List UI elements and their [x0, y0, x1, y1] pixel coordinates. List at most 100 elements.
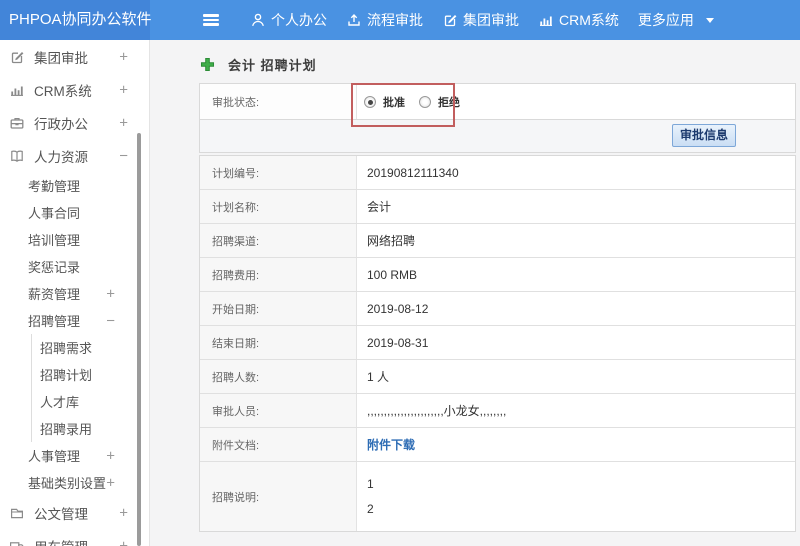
- approval-radio-option[interactable]: 批准: [364, 94, 405, 110]
- table-row: 附件文档: 附件下载: [200, 428, 795, 462]
- sidebar-item-label: 招聘录用: [40, 422, 93, 437]
- sidebar-item[interactable]: 招聘计划: [31, 361, 149, 388]
- approval-status-label: 审批状态:: [200, 84, 357, 119]
- page-title: 会计 招聘计划: [200, 55, 317, 74]
- table-row: 计划名称: 会计: [200, 190, 795, 224]
- table-row: 招聘费用: 100 RMB: [200, 258, 795, 292]
- expand-toggle-icon[interactable]: +: [119, 114, 128, 131]
- attachment-download-link[interactable]: 附件下载: [367, 436, 415, 453]
- sidebar: 集团审批 + CRM系统 + 行政办公 + 人力资源 − 考勤管理 人事合同 培…: [0, 40, 150, 546]
- table-row: 开始日期: 2019-08-12: [200, 292, 795, 326]
- approval-radio-option[interactable]: 拒绝: [419, 94, 460, 110]
- sidebar-item[interactable]: 考勤管理: [0, 172, 149, 199]
- edit-icon: [442, 12, 458, 28]
- sidebar-item-label: 人事管理: [28, 449, 81, 464]
- sidebar-item-label: 人事合同: [28, 206, 81, 221]
- sidebar-item[interactable]: 行政办公 +: [0, 106, 149, 139]
- sidebar-item[interactable]: 人事管理 +: [0, 442, 149, 469]
- top-nav-item[interactable]: CRM系统: [538, 10, 619, 30]
- sidebar-item-label: 奖惩记录: [28, 260, 81, 275]
- table-row: 审批人员: ,,,,,,,,,,,,,,,,,,,,,,,小龙女,,,,,,,,: [200, 394, 795, 428]
- row-label: 附件文档:: [200, 428, 357, 461]
- sidebar-item-label: 行政办公: [34, 116, 88, 132]
- sidebar-scrollbar[interactable]: [137, 133, 141, 546]
- sidebar-item-label: 用车管理: [34, 536, 88, 546]
- menu-icon[interactable]: [203, 14, 219, 26]
- row-value: 20190812111340: [367, 165, 459, 180]
- approval-form: 审批状态: 批准 拒绝 审批信息: [199, 83, 796, 153]
- sidebar-item[interactable]: 招聘录用: [31, 415, 149, 442]
- expand-toggle-icon[interactable]: +: [106, 447, 115, 464]
- sidebar-item-label: 基础类别设置: [28, 476, 107, 491]
- sidebar-item[interactable]: 集团审批 +: [0, 40, 149, 73]
- workflow-icon: [346, 12, 362, 28]
- row-value: 2019-08-31: [367, 335, 429, 350]
- sidebar-item[interactable]: 奖惩记录: [0, 253, 149, 280]
- approval-info-button[interactable]: 审批信息: [672, 124, 736, 147]
- sidebar-item[interactable]: 公文管理 +: [0, 496, 149, 529]
- edit-square-icon: [9, 49, 25, 65]
- sidebar-item[interactable]: 薪资管理 +: [0, 280, 149, 307]
- sidebar-item-label: 招聘管理: [28, 314, 81, 329]
- expand-toggle-icon[interactable]: +: [119, 81, 128, 98]
- top-nav-item[interactable]: 更多应用: [638, 10, 714, 30]
- details-table: 计划编号: 20190812111340 计划名称: 会计 招聘渠道: 网络招聘…: [199, 155, 796, 532]
- table-row: 计划编号: 20190812111340: [200, 156, 795, 190]
- sidebar-item[interactable]: 招聘需求: [31, 334, 149, 361]
- top-nav-item[interactable]: 集团审批: [442, 10, 519, 30]
- document-icon: [9, 505, 25, 521]
- sidebar-item[interactable]: CRM系统 +: [0, 73, 149, 106]
- sidebar-item[interactable]: 人才库: [31, 388, 149, 415]
- sidebar-item[interactable]: 招聘管理 −: [0, 307, 149, 334]
- top-nav-label: 个人办公: [271, 12, 327, 28]
- sidebar-item[interactable]: 人力资源 −: [0, 139, 149, 172]
- radio-icon[interactable]: [364, 95, 376, 108]
- sidebar-item-label: 培训管理: [28, 233, 81, 248]
- bar-chart-icon: [538, 12, 554, 28]
- row-label: 计划名称:: [200, 190, 357, 223]
- expand-toggle-icon[interactable]: +: [106, 474, 115, 491]
- table-row: 招聘说明: 12: [200, 462, 795, 531]
- sidebar-item[interactable]: 培训管理: [0, 226, 149, 253]
- briefcase-icon: [9, 115, 25, 131]
- top-navigation-bar: PHPOA协同办公软件 个人办公 流程审批 集团审批 CRM系统 更多应用: [0, 0, 800, 40]
- row-value: 2019-08-12: [367, 301, 429, 316]
- sidebar-item-label: 考勤管理: [28, 179, 81, 194]
- expand-toggle-icon[interactable]: −: [106, 312, 115, 329]
- sidebar-item[interactable]: 用车管理 +: [0, 529, 149, 546]
- row-value: 1 人: [367, 370, 390, 384]
- sidebar-item-label: 薪资管理: [28, 287, 81, 302]
- expand-toggle-icon[interactable]: +: [119, 48, 128, 65]
- sidebar-item-label: 集团审批: [34, 50, 88, 66]
- expand-toggle-icon[interactable]: +: [106, 285, 115, 302]
- sidebar-item-label: 招聘需求: [40, 341, 93, 356]
- radio-icon[interactable]: [419, 95, 431, 108]
- row-value: 网络招聘: [367, 234, 416, 248]
- truck-icon: [9, 538, 25, 546]
- main-content: 会计 招聘计划 审批状态: 批准 拒绝 审批信息 计划编号: 201908121…: [150, 40, 800, 546]
- form-footer: 审批信息: [200, 120, 795, 152]
- caret-down-icon: [705, 17, 714, 23]
- app-logo: PHPOA协同办公软件: [0, 0, 152, 40]
- row-label: 计划编号:: [200, 156, 357, 189]
- row-label: 结束日期:: [200, 326, 357, 359]
- top-nav-item[interactable]: 流程审批: [346, 10, 423, 30]
- row-label: 审批人员:: [200, 394, 357, 427]
- sidebar-item-label: 招聘计划: [40, 368, 93, 383]
- page-title-text: 会计 招聘计划: [228, 58, 317, 73]
- expand-toggle-icon[interactable]: +: [119, 537, 128, 546]
- expand-toggle-icon[interactable]: +: [119, 504, 128, 521]
- row-label: 招聘渠道:: [200, 224, 357, 257]
- sidebar-item[interactable]: 基础类别设置 +: [0, 469, 149, 496]
- row-label: 招聘费用:: [200, 258, 357, 291]
- plus-icon: [200, 57, 215, 72]
- top-nav-item[interactable]: 个人办公: [250, 10, 327, 30]
- book-icon: [9, 148, 25, 164]
- table-row: 结束日期: 2019-08-31: [200, 326, 795, 360]
- expand-toggle-icon[interactable]: −: [119, 147, 128, 164]
- row-value-multiline: 12: [367, 477, 374, 516]
- top-nav: 个人办公 流程审批 集团审批 CRM系统 更多应用: [250, 10, 714, 30]
- row-value: ,,,,,,,,,,,,,,,,,,,,,,,小龙女,,,,,,,,: [367, 404, 507, 418]
- table-row: 招聘渠道: 网络招聘: [200, 224, 795, 258]
- sidebar-item[interactable]: 人事合同: [0, 199, 149, 226]
